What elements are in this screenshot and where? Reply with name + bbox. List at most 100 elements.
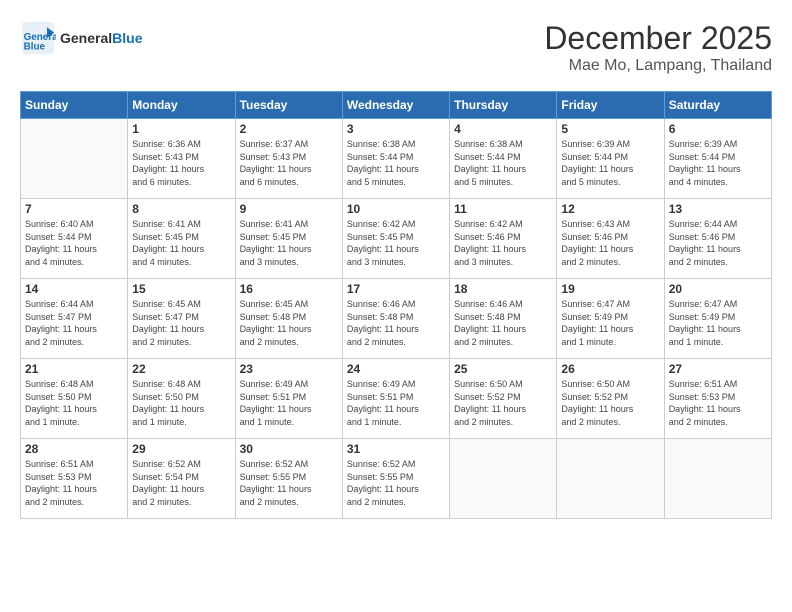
calendar-cell: 28Sunrise: 6:51 AM Sunset: 5:53 PM Dayli…	[21, 439, 128, 519]
day-info: Sunrise: 6:44 AM Sunset: 5:47 PM Dayligh…	[25, 298, 123, 348]
calendar-cell	[557, 439, 664, 519]
calendar-cell: 19 Sunrise: 6:47 AM Sunset: 5:49 PM Dayli…	[557, 279, 664, 359]
calendar-cell: 24 Sunrise: 6:49 AM Sunset: 5:51 PM Dayli…	[342, 359, 449, 439]
day-info: Sunrise: 6:44 AM Sunset: 5:46 PM Dayligh…	[669, 218, 767, 268]
calendar-cell: 25Sunrise: 6:50 AM Sunset: 5:52 PM Dayli…	[450, 359, 557, 439]
calendar-cell: 11Sunrise: 6:42 AM Sunset: 5:46 PM Dayli…	[450, 199, 557, 279]
day-info: Sunrise: 6:41 AM Sunset: 5:45 PM Dayligh…	[132, 218, 230, 268]
day-info: Sunrise: 6:43 AM Sunset: 5:46 PM Dayligh…	[561, 218, 659, 268]
calendar-cell: 14Sunrise: 6:44 AM Sunset: 5:47 PM Dayli…	[21, 279, 128, 359]
day-number: 10	[347, 202, 445, 216]
calendar-cell: 22 Sunrise: 6:48 AM Sunset: 5:50 PM Dayli…	[128, 359, 235, 439]
calendar-cell: 3 Sunrise: 6:38 AM Sunset: 5:44 PM Daylig…	[342, 119, 449, 199]
day-number: 6	[669, 122, 767, 136]
calendar-cell	[450, 439, 557, 519]
day-info: Sunrise: 6:46 AM Sunset: 5:48 PM Dayligh…	[454, 298, 552, 348]
calendar-cell	[21, 119, 128, 199]
week-row-1: 7Sunrise: 6:40 AM Sunset: 5:44 PM Daylig…	[21, 199, 772, 279]
day-number: 11	[454, 202, 552, 216]
calendar-cell: 15 Sunrise: 6:45 AM Sunset: 5:47 PM Dayli…	[128, 279, 235, 359]
day-info: Sunrise: 6:48 AM Sunset: 5:50 PM Dayligh…	[132, 378, 230, 428]
calendar-cell: 13 Sunrise: 6:44 AM Sunset: 5:46 PM Dayli…	[664, 199, 771, 279]
day-info: Sunrise: 6:49 AM Sunset: 5:51 PM Dayligh…	[347, 378, 445, 428]
day-header-monday: Monday	[128, 92, 235, 119]
day-header-wednesday: Wednesday	[342, 92, 449, 119]
day-info: Sunrise: 6:45 AM Sunset: 5:47 PM Dayligh…	[132, 298, 230, 348]
page-header: General Blue GeneralBlue December 2025 M…	[20, 20, 772, 75]
day-info: Sunrise: 6:50 AM Sunset: 5:52 PM Dayligh…	[561, 378, 659, 428]
calendar-cell: 12 Sunrise: 6:43 AM Sunset: 5:46 PM Dayli…	[557, 199, 664, 279]
calendar-cell: 4Sunrise: 6:38 AM Sunset: 5:44 PM Daylig…	[450, 119, 557, 199]
calendar-cell: 29 Sunrise: 6:52 AM Sunset: 5:54 PM Dayli…	[128, 439, 235, 519]
day-header-friday: Friday	[557, 92, 664, 119]
day-number: 2	[240, 122, 338, 136]
calendar-cell: 9Sunrise: 6:41 AM Sunset: 5:45 PM Daylig…	[235, 199, 342, 279]
week-row-2: 14Sunrise: 6:44 AM Sunset: 5:47 PM Dayli…	[21, 279, 772, 359]
week-row-3: 21 Sunrise: 6:48 AM Sunset: 5:50 PM Dayli…	[21, 359, 772, 439]
day-info: Sunrise: 6:38 AM Sunset: 5:44 PM Dayligh…	[454, 138, 552, 188]
day-number: 3	[347, 122, 445, 136]
day-info: Sunrise: 6:39 AM Sunset: 5:44 PM Dayligh…	[561, 138, 659, 188]
day-number: 22	[132, 362, 230, 376]
day-info: Sunrise: 6:38 AM Sunset: 5:44 PM Dayligh…	[347, 138, 445, 188]
day-number: 30	[240, 442, 338, 456]
week-row-4: 28Sunrise: 6:51 AM Sunset: 5:53 PM Dayli…	[21, 439, 772, 519]
day-number: 16	[240, 282, 338, 296]
calendar-cell: 27 Sunrise: 6:51 AM Sunset: 5:53 PM Dayli…	[664, 359, 771, 439]
day-number: 19	[561, 282, 659, 296]
day-number: 26	[561, 362, 659, 376]
day-info: Sunrise: 6:42 AM Sunset: 5:45 PM Dayligh…	[347, 218, 445, 268]
day-number: 21	[25, 362, 123, 376]
calendar-cell: 7Sunrise: 6:40 AM Sunset: 5:44 PM Daylig…	[21, 199, 128, 279]
day-number: 27	[669, 362, 767, 376]
calendar-cell: 20Sunrise: 6:47 AM Sunset: 5:49 PM Dayli…	[664, 279, 771, 359]
calendar-cell: 10 Sunrise: 6:42 AM Sunset: 5:45 PM Dayli…	[342, 199, 449, 279]
day-info: Sunrise: 6:52 AM Sunset: 5:55 PM Dayligh…	[347, 458, 445, 508]
day-header-saturday: Saturday	[664, 92, 771, 119]
day-number: 12	[561, 202, 659, 216]
calendar-cell: 2 Sunrise: 6:37 AM Sunset: 5:43 PM Daylig…	[235, 119, 342, 199]
day-number: 15	[132, 282, 230, 296]
day-info: Sunrise: 6:37 AM Sunset: 5:43 PM Dayligh…	[240, 138, 338, 188]
day-number: 13	[669, 202, 767, 216]
calendar-cell: 6 Sunrise: 6:39 AM Sunset: 5:44 PM Daylig…	[664, 119, 771, 199]
calendar-cell	[664, 439, 771, 519]
day-info: Sunrise: 6:48 AM Sunset: 5:50 PM Dayligh…	[25, 378, 123, 428]
day-header-thursday: Thursday	[450, 92, 557, 119]
day-number: 23	[240, 362, 338, 376]
day-info: Sunrise: 6:52 AM Sunset: 5:54 PM Dayligh…	[132, 458, 230, 508]
day-info: Sunrise: 6:46 AM Sunset: 5:48 PM Dayligh…	[347, 298, 445, 348]
svg-text:Blue: Blue	[24, 42, 46, 53]
day-info: Sunrise: 6:36 AM Sunset: 5:43 PM Dayligh…	[132, 138, 230, 188]
calendar-cell: 30 Sunrise: 6:52 AM Sunset: 5:55 PM Dayli…	[235, 439, 342, 519]
day-info: Sunrise: 6:39 AM Sunset: 5:44 PM Dayligh…	[669, 138, 767, 188]
day-number: 25	[454, 362, 552, 376]
day-info: Sunrise: 6:51 AM Sunset: 5:53 PM Dayligh…	[669, 378, 767, 428]
header-row: SundayMondayTuesdayWednesdayThursdayFrid…	[21, 92, 772, 119]
day-number: 18	[454, 282, 552, 296]
day-number: 9	[240, 202, 338, 216]
day-number: 17	[347, 282, 445, 296]
day-number: 7	[25, 202, 123, 216]
calendar-cell: 21 Sunrise: 6:48 AM Sunset: 5:50 PM Dayli…	[21, 359, 128, 439]
day-number: 24	[347, 362, 445, 376]
calendar-cell: 1Sunrise: 6:36 AM Sunset: 5:43 PM Daylig…	[128, 119, 235, 199]
day-info: Sunrise: 6:47 AM Sunset: 5:49 PM Dayligh…	[669, 298, 767, 348]
day-info: Sunrise: 6:47 AM Sunset: 5:49 PM Dayligh…	[561, 298, 659, 348]
day-number: 29	[132, 442, 230, 456]
calendar-cell: 18 Sunrise: 6:46 AM Sunset: 5:48 PM Dayli…	[450, 279, 557, 359]
calendar-cell: 26 Sunrise: 6:50 AM Sunset: 5:52 PM Dayli…	[557, 359, 664, 439]
day-number: 28	[25, 442, 123, 456]
location: Mae Mo, Lampang, Thailand	[544, 57, 772, 75]
month-title: December 2025	[544, 20, 772, 57]
calendar-cell: 8 Sunrise: 6:41 AM Sunset: 5:45 PM Daylig…	[128, 199, 235, 279]
day-number: 8	[132, 202, 230, 216]
calendar-cell: 5Sunrise: 6:39 AM Sunset: 5:44 PM Daylig…	[557, 119, 664, 199]
logo-icon: General Blue	[20, 20, 56, 56]
day-info: Sunrise: 6:45 AM Sunset: 5:48 PM Dayligh…	[240, 298, 338, 348]
day-info: Sunrise: 6:52 AM Sunset: 5:55 PM Dayligh…	[240, 458, 338, 508]
title-block: December 2025 Mae Mo, Lampang, Thailand	[544, 20, 772, 75]
calendar-table: SundayMondayTuesdayWednesdayThursdayFrid…	[20, 91, 772, 519]
day-header-sunday: Sunday	[21, 92, 128, 119]
day-header-tuesday: Tuesday	[235, 92, 342, 119]
